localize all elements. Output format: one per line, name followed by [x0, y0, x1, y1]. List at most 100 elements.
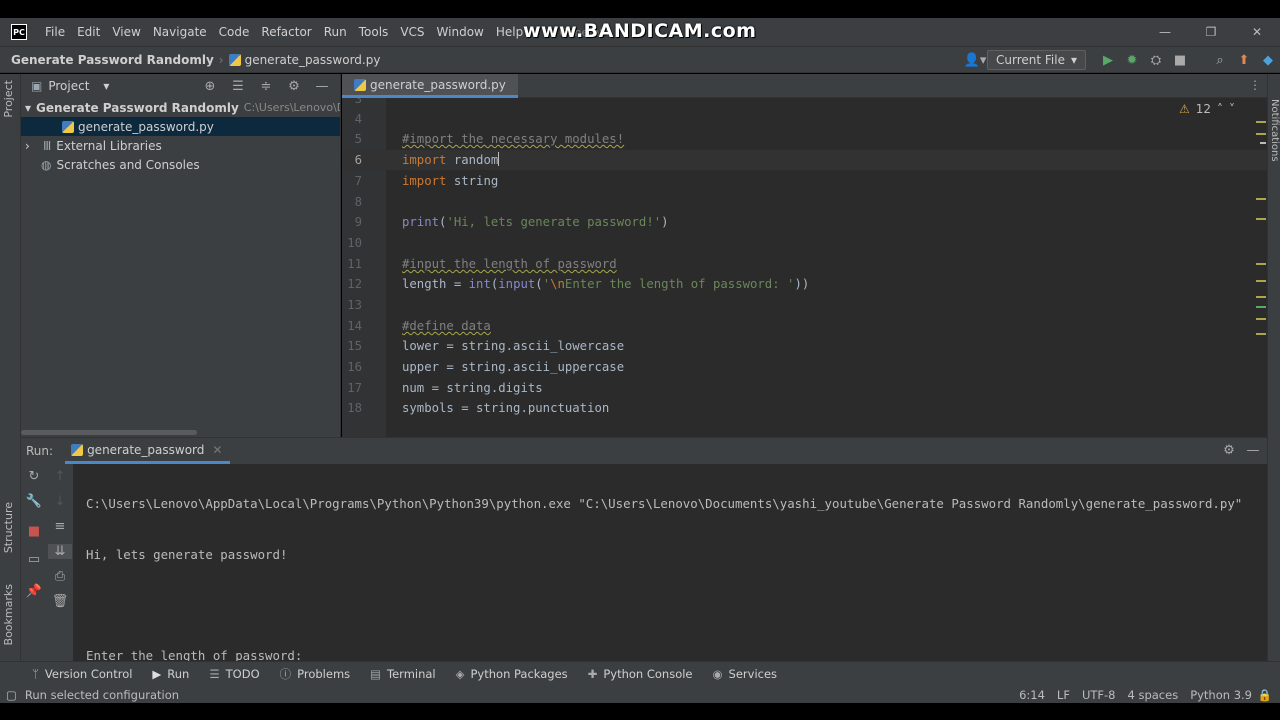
- branch-icon: ᛘ: [32, 667, 39, 681]
- expand-all-icon[interactable]: ☰: [226, 79, 250, 94]
- print-icon[interactable]: ⎙: [48, 569, 72, 584]
- rerun-icon[interactable]: ↻: [22, 469, 46, 484]
- restore-icon[interactable]: ❐: [1188, 18, 1234, 46]
- down-arrow-icon[interactable]: ↓: [48, 494, 72, 509]
- update-icon[interactable]: ⬆: [1232, 53, 1256, 68]
- warning-marker[interactable]: [1256, 263, 1266, 265]
- project-side-tab[interactable]: Project: [2, 80, 15, 118]
- debug-icon[interactable]: ✹: [1120, 53, 1144, 68]
- line-number: 14: [347, 319, 362, 333]
- breadcrumb-file[interactable]: generate_password.py: [228, 53, 380, 67]
- escape-sequence: \n: [550, 277, 565, 291]
- warning-marker[interactable]: [1256, 133, 1266, 135]
- line-number: 4: [354, 112, 362, 126]
- breadcrumb-project[interactable]: Generate Password Randomly: [11, 53, 214, 67]
- user-icon[interactable]: 👤▾: [963, 53, 987, 68]
- builtin: input: [498, 277, 536, 291]
- python-interpreter[interactable]: Python 3.9: [1190, 688, 1252, 702]
- file-encoding[interactable]: UTF-8: [1082, 688, 1116, 702]
- menu-file[interactable]: File: [39, 25, 71, 39]
- more-options-icon[interactable]: ⋮: [1249, 78, 1261, 92]
- warning-marker[interactable]: [1256, 333, 1266, 335]
- run-icon: ▶: [152, 667, 162, 681]
- collapse-all-icon[interactable]: ≑: [254, 79, 278, 94]
- tab-todo[interactable]: ☰ TODO: [209, 667, 259, 681]
- locate-icon[interactable]: ⊕: [198, 79, 222, 94]
- warning-marker[interactable]: [1256, 198, 1266, 200]
- gear-icon[interactable]: ⚙: [1217, 443, 1241, 458]
- code-line: 13: [342, 295, 1267, 315]
- hide-icon[interactable]: —: [1241, 443, 1265, 458]
- editor-tab-generate-password[interactable]: generate_password.py: [342, 74, 518, 98]
- notifications-side-tab[interactable]: Notifications: [1269, 99, 1280, 162]
- project-panel-title[interactable]: Project: [48, 79, 89, 93]
- run-icon[interactable]: ▶: [1096, 53, 1120, 68]
- menu-navigate[interactable]: Navigate: [147, 25, 213, 39]
- line-number: 7: [354, 174, 362, 188]
- tree-item-file[interactable]: generate_password.py: [21, 117, 340, 136]
- search-icon[interactable]: ⌕: [1208, 53, 1232, 68]
- pycharm-logo-icon[interactable]: PC: [11, 24, 27, 40]
- menu-run[interactable]: Run: [318, 25, 353, 39]
- tab-version-control[interactable]: ᛘ Version Control: [32, 667, 132, 681]
- caret-position[interactable]: 6:14: [1019, 688, 1045, 702]
- close-icon[interactable]: ✕: [1234, 18, 1280, 46]
- tab-python-console[interactable]: ✚ Python Console: [588, 667, 693, 681]
- scroll-thumb[interactable]: [1260, 142, 1266, 144]
- library-icon: Ⅲ: [43, 138, 52, 153]
- scroll-to-end-icon[interactable]: ⇊: [48, 544, 72, 559]
- wrench-icon[interactable]: 🔧: [22, 494, 46, 509]
- hide-icon[interactable]: —: [310, 79, 334, 94]
- structure-side-tab[interactable]: Structure: [2, 502, 15, 553]
- warning-marker[interactable]: [1256, 296, 1266, 298]
- close-icon[interactable]: ✕: [212, 443, 222, 457]
- run-tab-generate-password[interactable]: generate_password ✕: [65, 438, 231, 464]
- editor-tab-label: generate_password.py: [370, 77, 506, 92]
- tab-terminal[interactable]: ▤ Terminal: [370, 667, 435, 681]
- warning-marker[interactable]: [1256, 280, 1266, 282]
- menu-code[interactable]: Code: [213, 25, 256, 39]
- indent-setting[interactable]: 4 spaces: [1127, 688, 1178, 702]
- run-configuration-dropdown[interactable]: Current File ▾: [987, 50, 1086, 70]
- bookmarks-side-tab[interactable]: Bookmarks: [2, 584, 15, 645]
- warning-marker[interactable]: [1256, 318, 1266, 320]
- code-text: import string: [402, 171, 498, 191]
- code-line: 8: [342, 192, 1267, 212]
- coverage-icon[interactable]: ⛭: [1144, 53, 1168, 68]
- tab-services[interactable]: ◉ Services: [713, 667, 778, 681]
- chevron-down-icon[interactable]: ▾: [103, 79, 109, 93]
- lock-icon[interactable]: 🔒: [1258, 688, 1272, 702]
- gear-icon[interactable]: ⚙: [282, 79, 306, 94]
- tab-python-packages[interactable]: ◈ Python Packages: [456, 667, 568, 681]
- minimize-icon[interactable]: —: [1142, 18, 1188, 46]
- tree-item-project-root[interactable]: ▾ Generate Password Randomly C:\Users\Le…: [21, 98, 340, 117]
- error-stripe[interactable]: [1255, 118, 1267, 428]
- tab-label: Python Console: [603, 667, 693, 681]
- tree-item-scratches[interactable]: ◍ Scratches and Consoles: [21, 155, 340, 174]
- horizontal-scrollbar[interactable]: [21, 430, 197, 435]
- status-toggle-icon[interactable]: ▢: [6, 688, 17, 702]
- layout-icon[interactable]: ▭: [22, 552, 46, 567]
- line-separator[interactable]: LF: [1057, 688, 1070, 702]
- soft-wrap-icon[interactable]: ≡: [48, 519, 72, 534]
- warning-marker[interactable]: [1256, 121, 1266, 123]
- code-editor[interactable]: ⚠ 12 ˄ ˅ 3 """ 4 5 #import the necessary m…: [342, 98, 1267, 437]
- menu-view[interactable]: View: [106, 25, 146, 39]
- menu-window[interactable]: Window: [431, 25, 490, 39]
- menu-edit[interactable]: Edit: [71, 25, 106, 39]
- pin-icon[interactable]: 📌: [22, 584, 46, 599]
- stop-icon[interactable]: ■: [22, 524, 46, 539]
- change-marker[interactable]: [1256, 306, 1266, 308]
- menu-tools[interactable]: Tools: [353, 25, 395, 39]
- code-line: 10: [342, 233, 1267, 253]
- menu-refactor[interactable]: Refactor: [255, 25, 317, 39]
- tab-run[interactable]: ▶ Run: [152, 667, 189, 681]
- trash-icon[interactable]: 🗑: [48, 594, 72, 609]
- tree-item-external-libraries[interactable]: › Ⅲ External Libraries: [21, 136, 340, 155]
- tab-problems[interactable]: ⓘ Problems: [280, 666, 351, 682]
- up-arrow-icon[interactable]: ↑: [48, 469, 72, 484]
- menu-vcs[interactable]: VCS: [394, 25, 430, 39]
- jetbrains-icon[interactable]: ◆: [1256, 53, 1280, 68]
- warning-marker[interactable]: [1256, 218, 1266, 220]
- stop-icon[interactable]: ■: [1168, 53, 1192, 68]
